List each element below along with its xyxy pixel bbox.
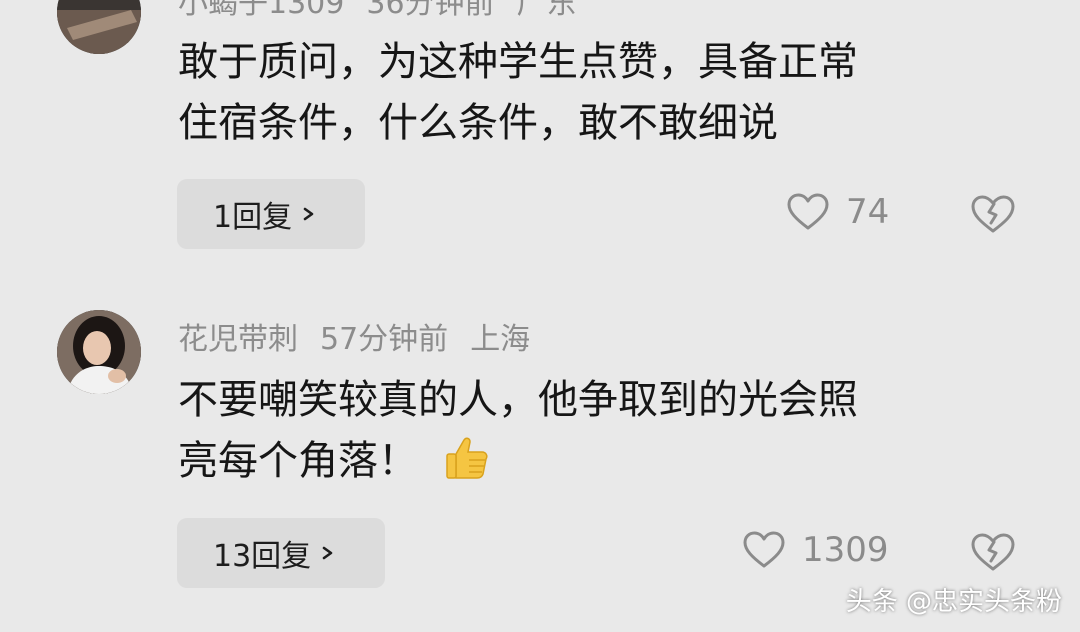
comment-text-line: 不要嘲笑较真的人，他争取到的光会照 bbox=[178, 377, 858, 423]
timestamp: 57分钟前 bbox=[320, 322, 449, 357]
like-count: 74 bbox=[846, 192, 890, 232]
comment-text-line: 敢于质问，为这种学生点赞，具备正常 bbox=[178, 39, 858, 85]
comment-item: 小蝎子1309 36分钟前 广东 敢于质问，为这种学生点赞，具备正常 住宿条件，什么… bbox=[0, 0, 1080, 270]
comment-text-segment: 亮每个角落！ bbox=[178, 438, 418, 484]
reply-count: 13回复 bbox=[213, 539, 312, 574]
comment-meta: 小蝎子1309 36分钟前 广东 bbox=[178, 0, 599, 22]
broken-heart-icon[interactable] bbox=[970, 193, 1016, 235]
heart-icon bbox=[787, 193, 829, 230]
comment-text-line: 亮每个角落！ bbox=[178, 431, 1008, 492]
like-button[interactable]: 74 bbox=[786, 192, 889, 232]
like-count: 1309 bbox=[802, 530, 889, 570]
comment-item: 花児带刺 57分钟前 上海 不要嘲笑较真的人，他争取到的光会照 亮每个角落！ 13回… bbox=[0, 300, 1080, 600]
reply-button[interactable]: 1回复 bbox=[177, 179, 365, 249]
comment-text: 不要嘲笑较真的人，他争取到的光会照 亮每个角落！ bbox=[178, 370, 1008, 492]
comment-text: 敢于质问，为这种学生点赞，具备正常 住宿条件，什么条件，敢不敢细说 bbox=[178, 32, 1008, 154]
comment-meta: 花児带刺 57分钟前 上海 bbox=[178, 314, 552, 358]
watermark: 头条 @忠实头条粉 bbox=[845, 587, 1062, 617]
chevron-right-icon bbox=[322, 546, 333, 560]
thumbs-up-icon bbox=[446, 437, 488, 479]
like-button[interactable]: 1309 bbox=[742, 530, 889, 570]
username[interactable]: 花児带刺 bbox=[178, 322, 298, 357]
location: 广东 bbox=[516, 0, 577, 21]
comment-text-line: 住宿条件，什么条件，敢不敢细说 bbox=[178, 100, 778, 146]
broken-heart-icon[interactable] bbox=[970, 531, 1016, 573]
location: 上海 bbox=[470, 322, 531, 357]
heart-icon bbox=[743, 531, 785, 568]
avatar[interactable] bbox=[57, 0, 141, 54]
reply-count: 1回复 bbox=[213, 200, 293, 235]
username[interactable]: 小蝎子1309 bbox=[178, 0, 344, 21]
timestamp: 36分钟前 bbox=[366, 0, 495, 21]
chevron-right-icon bbox=[303, 207, 314, 221]
reply-button[interactable]: 13回复 bbox=[177, 518, 385, 588]
avatar[interactable] bbox=[57, 310, 141, 394]
